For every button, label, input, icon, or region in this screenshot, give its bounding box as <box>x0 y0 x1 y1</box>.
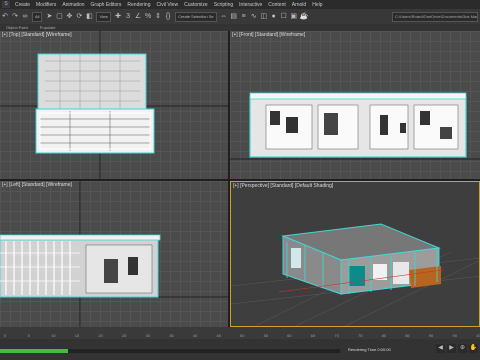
play-icon[interactable]: ▶ <box>447 344 456 353</box>
project-path-field[interactable]: C:\Users\Roard\OneDrive\Documents\3ds Ma… <box>392 12 478 22</box>
menu-animation[interactable]: Animation <box>59 2 87 8</box>
menu-customize[interactable]: Customize <box>181 2 211 8</box>
timeline-tick: 10 <box>51 333 56 338</box>
timeline-tick: 70 <box>334 333 339 338</box>
menu-create[interactable]: Create <box>12 2 33 8</box>
timeline-tick: 90 <box>428 333 434 338</box>
timeline-tick: 25 <box>122 333 127 338</box>
tab-object-paint[interactable]: Object Paint <box>0 25 34 30</box>
timeline-tick: 100 <box>476 333 480 338</box>
menu-modifiers[interactable]: Modifiers <box>33 2 59 8</box>
menu-scripting[interactable]: Scripting <box>211 2 236 8</box>
undo-icon[interactable]: ↶ <box>1 13 9 21</box>
timeline-tick: 65 <box>310 333 316 338</box>
edit-named-sets-icon[interactable]: {} <box>164 13 172 21</box>
viewport-top[interactable]: [+] [Top] [Standard] [Wireframe] <box>0 31 228 179</box>
schematic-icon[interactable]: ◫ <box>260 13 268 21</box>
zoom-extents-icon[interactable]: ⊕ <box>458 344 467 353</box>
angle-snap-icon[interactable]: ∠ <box>134 13 142 21</box>
main-toolbar: ↶ ↷ ∞ All ➤ ▢ ✥ ⟳ ◧ View ✚ 3 ∠ % ⇕ {} Cr… <box>0 9 480 24</box>
timeline-tick: 85 <box>405 333 410 338</box>
reference-coord-dropdown[interactable]: View <box>96 11 112 22</box>
ribbon-subtabs: Object Paint Populate <box>0 24 480 31</box>
timeline-tick: 45 <box>216 333 221 338</box>
timeline-tick: 50 <box>240 333 245 338</box>
viewport-perspective[interactable]: [+] [Perspective] [Standard] [Default Sh… <box>230 181 480 327</box>
front-view-model-wireframe <box>230 92 480 160</box>
redo-icon[interactable]: ↷ <box>11 13 19 21</box>
tab-populate[interactable]: Populate <box>34 25 62 30</box>
selection-set-dropdown[interactable]: Create Selection Se <box>175 11 217 22</box>
timeline-tick: 80 <box>381 333 387 338</box>
playback-controls: ◀ ▶ ⊕ ✋ <box>434 344 478 353</box>
pan-icon[interactable]: ✋ <box>469 344 478 353</box>
left-view-model-wireframe <box>0 181 228 327</box>
render-progress-bar <box>0 349 340 353</box>
spinner-snap-icon[interactable]: ⇕ <box>154 13 162 21</box>
timeline-tick: 30 <box>145 333 151 338</box>
render-icon[interactable]: ☕ <box>300 13 309 21</box>
timeline-track[interactable]: 0 5 10 15 20 25 30 35 40 45 50 55 60 65 70 75 80 85 90 95 10… <box>0 327 480 339</box>
select-region-icon[interactable]: ▢ <box>55 13 63 21</box>
link-icon[interactable]: ∞ <box>21 13 29 21</box>
percent-snap-icon[interactable]: % <box>144 13 152 21</box>
viewport-front[interactable]: [+] [Front] [Standard] [Wireframe] <box>230 31 480 179</box>
menu-interactive[interactable]: Interactive <box>236 2 265 8</box>
move-icon[interactable]: ✥ <box>65 13 73 21</box>
timeline-tick: 5 <box>27 333 30 338</box>
select-icon[interactable]: ➤ <box>45 13 53 21</box>
status-text: Rendering Time 0:00:00 <box>348 347 391 352</box>
timeline-tick: 35 <box>169 333 174 338</box>
timeline-tick: 20 <box>98 333 103 338</box>
menu-rendering[interactable]: Rendering <box>124 2 153 8</box>
perspective-model-render <box>231 223 479 326</box>
menu-civil-view[interactable]: Civil View <box>153 2 181 8</box>
timeline-tick: 0 <box>4 333 7 338</box>
viewport-left[interactable]: [+] [Left] [Standard] [Wireframe] <box>0 181 228 327</box>
layer-icon[interactable]: ≡ <box>240 13 248 21</box>
rotate-icon[interactable]: ⟳ <box>75 13 83 21</box>
render-progress-fill <box>0 349 68 353</box>
render-setup-icon[interactable]: ☐ <box>280 13 288 21</box>
selection-filter-dropdown[interactable]: All <box>32 11 43 22</box>
timeline-tick: 55 <box>263 333 269 338</box>
menu-bar: S Create Modifiers Animation Graph Edito… <box>0 0 480 9</box>
menu-arnold[interactable]: Arnold <box>289 2 309 8</box>
snap-3-icon[interactable]: 3 <box>124 13 132 21</box>
play-back-icon[interactable]: ◀ <box>436 344 445 353</box>
timeline-tick: 40 <box>192 333 198 338</box>
mirror-icon[interactable]: ⇔ <box>220 13 228 21</box>
menu-content[interactable]: Content <box>265 2 289 8</box>
viewport-area: [+] [Top] [Standard] [Wireframe] [+] [Fr… <box>0 31 480 327</box>
render-frame-icon[interactable]: ▣ <box>290 13 298 21</box>
scale-icon[interactable]: ◧ <box>85 13 93 21</box>
timeline-tick: 15 <box>74 333 80 338</box>
menu-graph-editors[interactable]: Graph Editors <box>88 2 125 8</box>
timeline-tick: 95 <box>452 333 457 338</box>
bottom-panel: 0 5 10 15 20 25 30 35 40 45 50 55 60 65 70 75 80 85 90 95 10… <box>0 327 480 360</box>
timeline-tick: 60 <box>287 333 292 338</box>
material-editor-icon[interactable]: ● <box>270 13 278 21</box>
pivot-icon[interactable]: ✚ <box>114 13 122 21</box>
menu-help[interactable]: Help <box>309 2 325 8</box>
align-icon[interactable]: ▤ <box>230 13 238 21</box>
app-logo[interactable]: S <box>2 1 10 8</box>
curve-editor-icon[interactable]: ∿ <box>250 13 258 21</box>
top-view-model-wireframe <box>0 31 228 179</box>
timeline-tick: 75 <box>358 333 363 338</box>
